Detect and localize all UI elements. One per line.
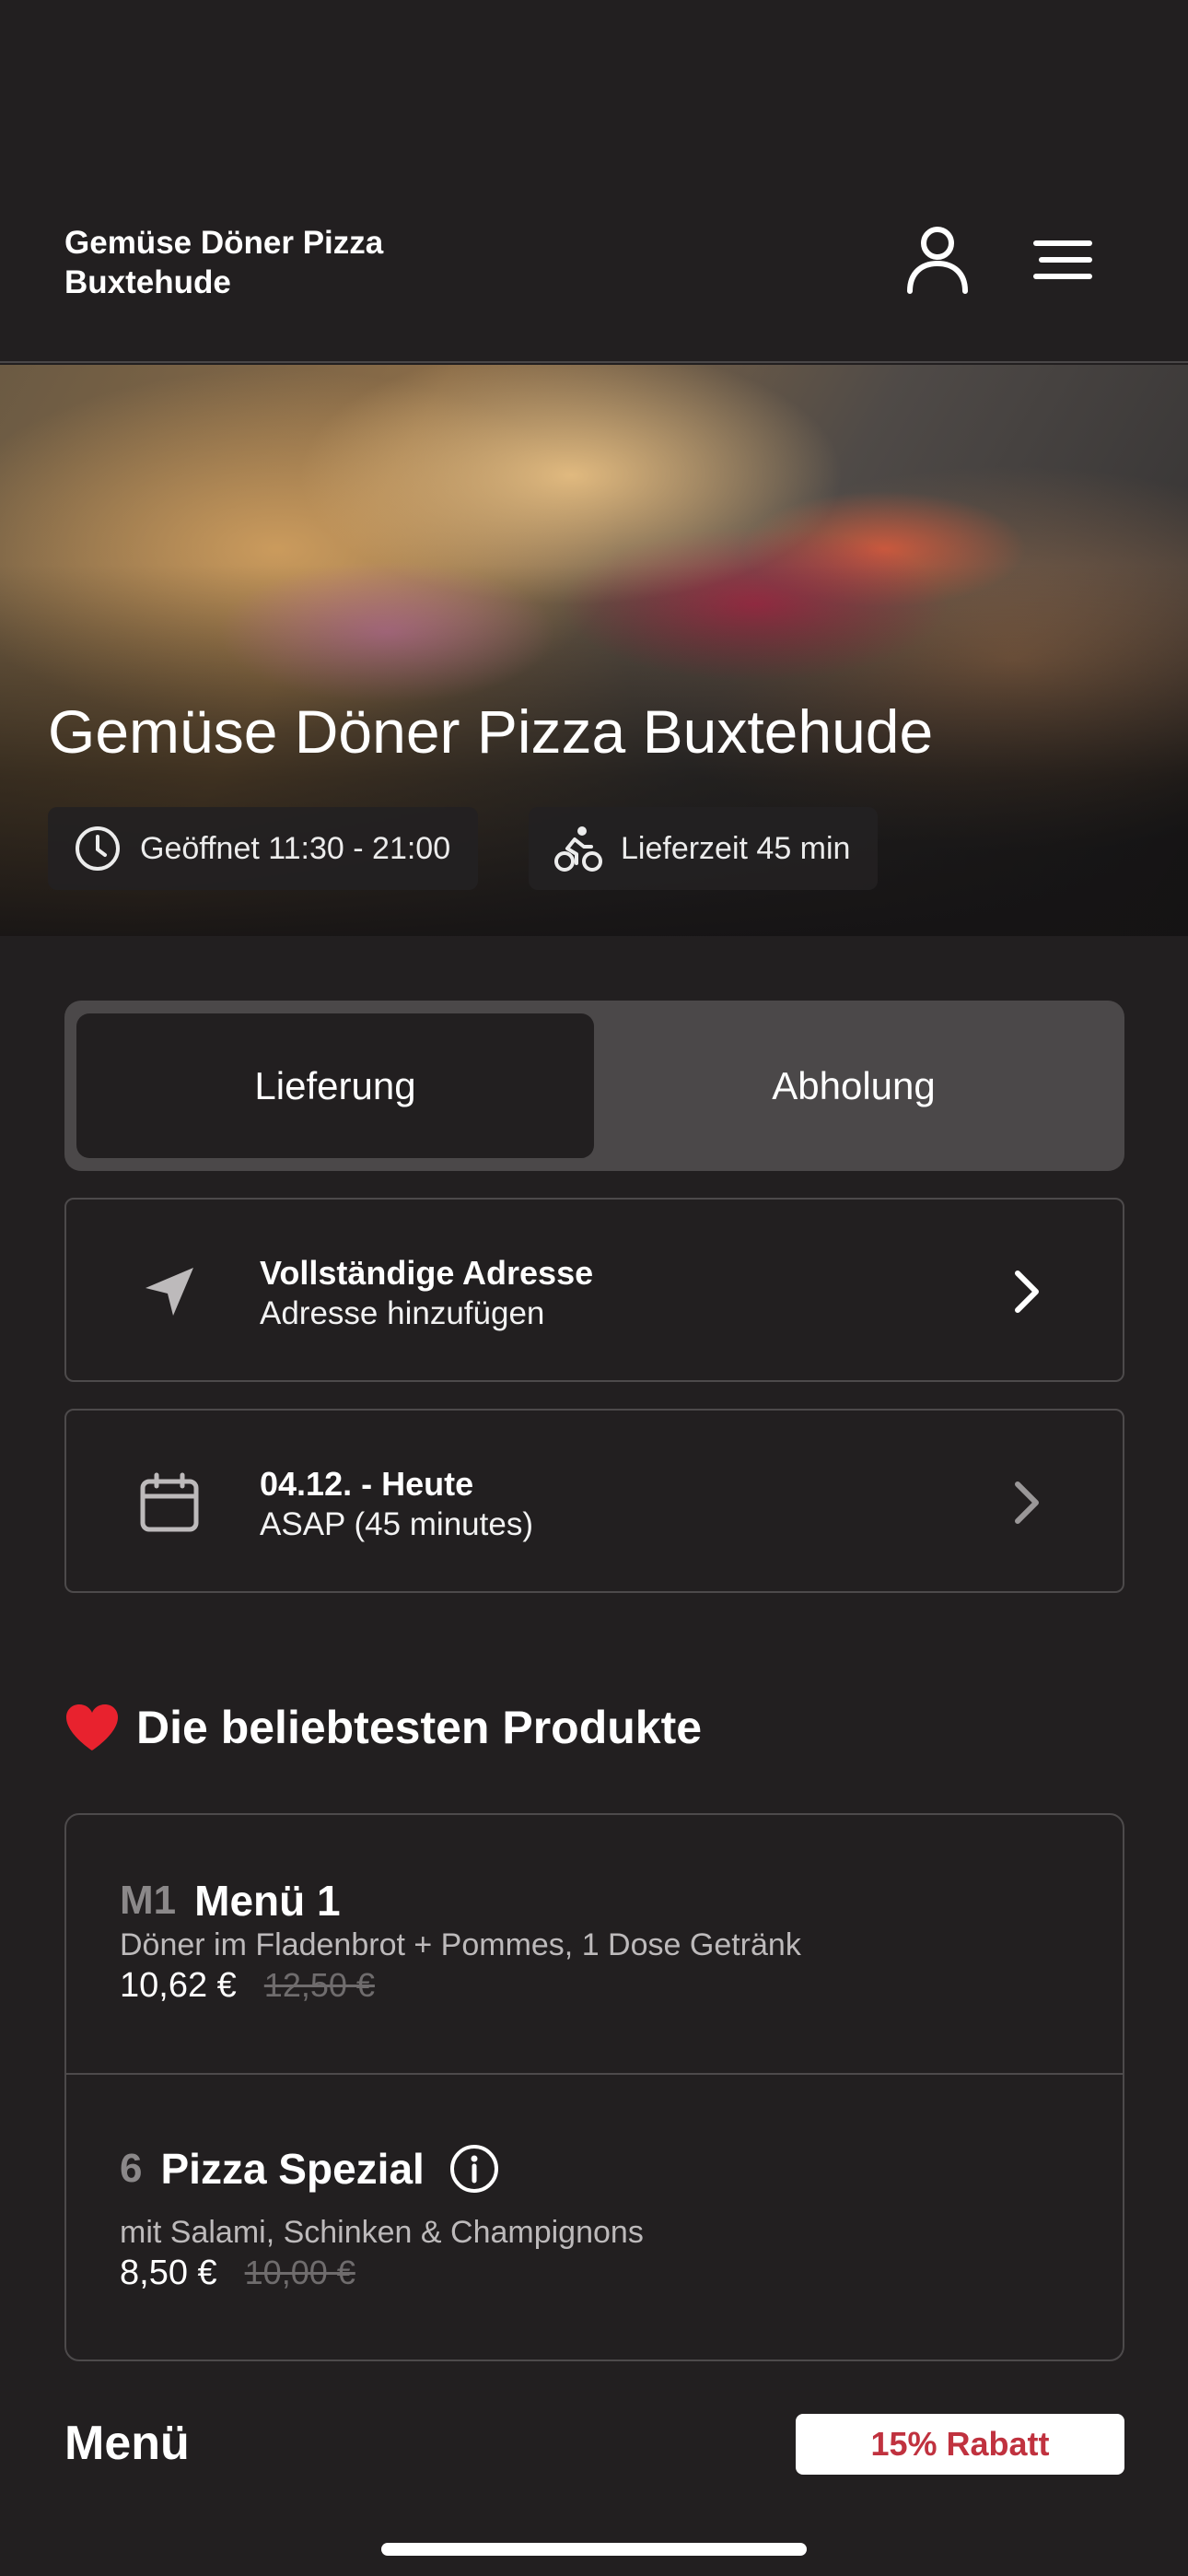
location-arrow-icon bbox=[133, 1255, 206, 1329]
product-name: Pizza Spezial bbox=[160, 2145, 425, 2193]
schedule-text: 04.12. - Heute ASAP (45 minutes) bbox=[260, 1464, 533, 1545]
chevron-right-icon bbox=[1007, 1264, 1047, 1319]
product-header: M1 Menü 1 bbox=[120, 1876, 341, 1926]
address-text: Vollständige Adresse Adresse hinzufügen bbox=[260, 1253, 593, 1334]
product-name: Menü 1 bbox=[194, 1877, 341, 1925]
product-header: 6 Pizza Spezial bbox=[120, 2143, 500, 2195]
pickup-mode-button[interactable]: Abholung bbox=[595, 1013, 1112, 1158]
product-description: mit Salami, Schinken & Champignons bbox=[120, 2215, 644, 2250]
product-old-price: 12,50 € bbox=[263, 1966, 375, 2004]
delivery-time-text: Lieferzeit 45 min bbox=[621, 830, 851, 866]
product-number: M1 bbox=[120, 1878, 177, 1923]
opening-hours-text: Geöffnet 11:30 - 21:00 bbox=[140, 830, 451, 866]
schedule-title: 04.12. - Heute bbox=[260, 1465, 474, 1503]
info-icon[interactable] bbox=[448, 2143, 500, 2195]
user-icon[interactable] bbox=[899, 221, 976, 299]
delivery-pickup-toggle: Lieferung Abholung bbox=[64, 1001, 1124, 1171]
home-indicator[interactable] bbox=[381, 2543, 807, 2556]
app-screen: Gemüse Döner Pizza Buxtehude Gemüse Döne… bbox=[0, 0, 1188, 2576]
hero-banner: Gemüse Döner Pizza Buxtehude Geöffnet 11… bbox=[0, 365, 1188, 936]
brand-line-1: Gemüse Döner Pizza bbox=[64, 225, 384, 261]
clock-icon bbox=[76, 826, 120, 871]
calendar-icon bbox=[133, 1466, 206, 1540]
hero-title: Gemüse Döner Pizza Buxtehude bbox=[48, 697, 934, 766]
menu-heading: Menü bbox=[64, 2417, 190, 2470]
address-title: Vollständige Adresse bbox=[260, 1254, 594, 1292]
top-header: Gemüse Döner Pizza Buxtehude bbox=[0, 0, 1188, 363]
product-old-price: 10,00 € bbox=[244, 2254, 355, 2291]
popular-products-list: M1 Menü 1 Döner im Fladenbrot + Pommes, … bbox=[64, 1813, 1124, 2361]
brand-line-2: Buxtehude bbox=[64, 264, 231, 300]
restaurant-brand[interactable]: Gemüse Döner Pizza Buxtehude bbox=[64, 223, 383, 302]
opening-hours-chip: Geöffnet 11:30 - 21:00 bbox=[48, 807, 479, 890]
product-price-row: 8,50 € 10,00 € bbox=[120, 2254, 355, 2293]
product-price: 10,62 € bbox=[120, 1966, 237, 2005]
address-selector[interactable]: Vollständige Adresse Adresse hinzufügen bbox=[64, 1198, 1124, 1382]
product-number: 6 bbox=[120, 2146, 143, 2191]
hamburger-menu-icon[interactable] bbox=[1024, 221, 1101, 299]
delivery-mode-button[interactable]: Lieferung bbox=[76, 1013, 594, 1158]
heart-icon bbox=[66, 1704, 118, 1751]
product-price: 8,50 € bbox=[120, 2254, 217, 2292]
product-item[interactable]: M1 Menü 1 Döner im Fladenbrot + Pommes, … bbox=[66, 1815, 1123, 2075]
delivery-time-chip: Lieferzeit 45 min bbox=[529, 807, 879, 890]
address-subtitle: Adresse hinzufügen bbox=[260, 1295, 545, 1331]
popular-heading-text: Die beliebtesten Produkte bbox=[136, 1702, 703, 1753]
product-price-row: 10,62 € 12,50 € bbox=[120, 1966, 375, 2006]
schedule-subtitle: ASAP (45 minutes) bbox=[260, 1506, 533, 1542]
product-item[interactable]: 6 Pizza Spezial mit Salami, Schinken & C… bbox=[66, 2075, 1123, 2361]
delivery-time-selector[interactable]: 04.12. - Heute ASAP (45 minutes) bbox=[64, 1409, 1124, 1593]
discount-badge[interactable]: 15% Rabatt bbox=[796, 2414, 1124, 2475]
popular-products-heading: Die beliebtesten Produkte bbox=[64, 1701, 702, 1754]
product-description: Döner im Fladenbrot + Pommes, 1 Dose Get… bbox=[120, 1927, 801, 1962]
chevron-right-icon bbox=[1007, 1475, 1047, 1530]
bike-courier-icon bbox=[554, 826, 602, 872]
